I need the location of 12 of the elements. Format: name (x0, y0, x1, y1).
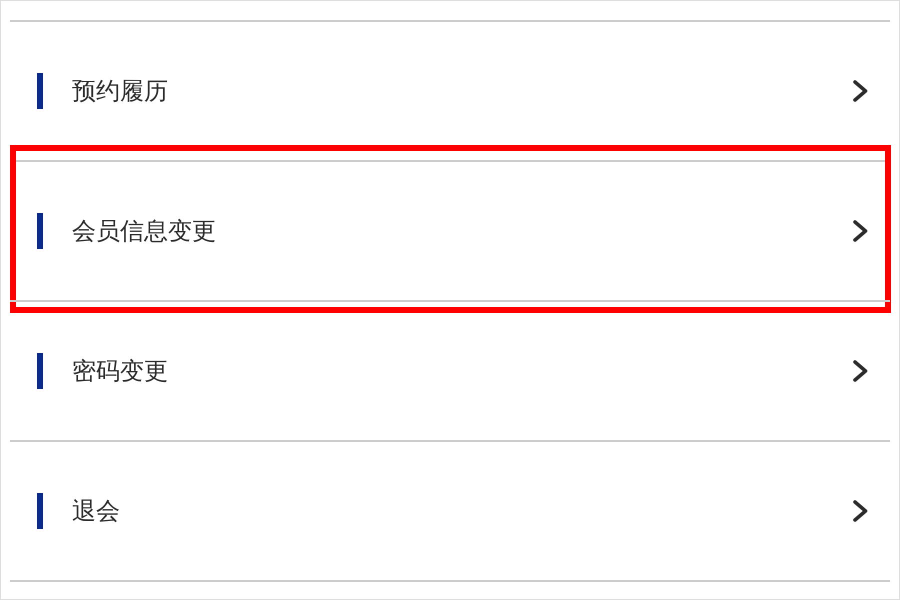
accent-bar (37, 73, 43, 109)
accent-bar (37, 353, 43, 389)
accent-bar (37, 213, 43, 249)
menu-item[interactable]: 退会 (10, 442, 890, 580)
menu-item[interactable]: 预约履历 (10, 22, 890, 160)
chevron-right-icon (853, 360, 868, 382)
accent-bar (37, 493, 43, 529)
menu-item[interactable]: 密码变更 (10, 302, 890, 440)
menu-item[interactable]: 会员信息变更 (10, 162, 890, 300)
chevron-right-icon (853, 500, 868, 522)
chevron-right-icon (853, 80, 868, 102)
chevron-right-icon (853, 220, 868, 242)
